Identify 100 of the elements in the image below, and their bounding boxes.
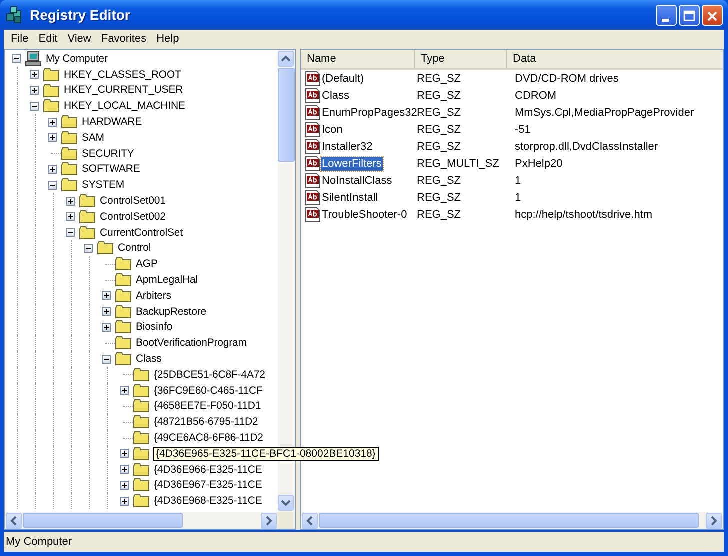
string-value-icon bbox=[305, 138, 321, 154]
tree-item[interactable]: {25DBCE51-6C8F-4A72 bbox=[153, 368, 266, 381]
tree-item[interactable]: HKEY_LOCAL_MACHINE bbox=[63, 100, 186, 112]
tree-item[interactable]: {4D36E967-E325-11CE bbox=[153, 479, 264, 492]
column-header[interactable]: Type bbox=[415, 50, 507, 68]
tree-item[interactable]: Control bbox=[117, 242, 152, 254]
expander-toggle[interactable] bbox=[30, 70, 38, 80]
menu-item[interactable]: Favorites bbox=[96, 33, 152, 45]
folder-icon bbox=[61, 161, 79, 178]
folder-icon bbox=[115, 304, 133, 320]
expander-toggle[interactable] bbox=[102, 322, 110, 332]
scroll-up-button[interactable] bbox=[278, 51, 294, 67]
tree-item[interactable]: BootVerificationProgram bbox=[135, 337, 248, 350]
value-type: REG_MULTI_SZ bbox=[416, 158, 500, 170]
expander-toggle[interactable] bbox=[30, 86, 38, 95]
scroll-left-button[interactable] bbox=[302, 512, 318, 528]
value-data: DVD/CD-ROM drives bbox=[514, 72, 620, 84]
caret-left-icon bbox=[306, 516, 314, 526]
horizontal-scrollbar[interactable] bbox=[301, 512, 723, 529]
tree-item[interactable]: AGP bbox=[135, 258, 159, 270]
expander-toggle[interactable] bbox=[120, 449, 128, 458]
tree-item[interactable]: My Computer bbox=[45, 52, 109, 65]
scroll-thumb[interactable] bbox=[278, 68, 295, 162]
folder-icon bbox=[61, 177, 79, 194]
close-button[interactable] bbox=[702, 4, 723, 26]
value-name[interactable]: EnumPropPages32 bbox=[321, 106, 418, 120]
value-name[interactable]: Class bbox=[321, 88, 351, 102]
tree-item[interactable]: SOFTWARE bbox=[81, 163, 142, 176]
menu-item[interactable]: View bbox=[62, 33, 96, 45]
tree-item[interactable]: BackupRestore bbox=[135, 306, 208, 318]
horizontal-scrollbar[interactable] bbox=[5, 512, 295, 529]
expander-toggle[interactable] bbox=[120, 465, 128, 474]
tree-item[interactable]: HKEY_CLASSES_ROOT bbox=[63, 68, 182, 81]
minimize-button[interactable] bbox=[656, 4, 677, 26]
value-data: 1 bbox=[514, 192, 522, 204]
folder-icon bbox=[43, 66, 61, 83]
tree-item[interactable]: SECURITY bbox=[81, 148, 136, 160]
expander-toggle[interactable] bbox=[66, 212, 74, 222]
value-name[interactable]: NoInstallClass bbox=[321, 174, 394, 188]
scrollbar-corner bbox=[277, 512, 294, 529]
expander-toggle[interactable] bbox=[30, 102, 38, 111]
expander-toggle[interactable] bbox=[102, 307, 110, 316]
maximize-button[interactable] bbox=[679, 4, 700, 26]
column-header[interactable]: Data bbox=[507, 50, 723, 68]
folder-icon bbox=[133, 446, 151, 462]
value-data: PxHelp20 bbox=[514, 158, 564, 170]
scroll-thumb[interactable] bbox=[319, 513, 699, 528]
expander-toggle[interactable] bbox=[84, 244, 92, 253]
value-name[interactable]: LowerFilters bbox=[321, 156, 383, 170]
menu-item[interactable]: File bbox=[6, 33, 34, 45]
expander-toggle[interactable] bbox=[120, 496, 128, 506]
scroll-left-button[interactable] bbox=[6, 512, 22, 528]
tree-item[interactable]: {49CE6AC8-6F86-11D2 bbox=[153, 432, 264, 444]
tree-item[interactable]: {48721B56-6795-11D2 bbox=[153, 416, 260, 428]
expander-toggle[interactable] bbox=[66, 196, 74, 206]
tree-item[interactable]: ControlSet002 bbox=[99, 210, 167, 223]
folder-icon bbox=[133, 382, 151, 399]
tree-item[interactable]: {4D36E966-E325-11CE bbox=[153, 464, 264, 476]
tree-item[interactable]: CurrentControlSet bbox=[99, 226, 184, 239]
tree-item[interactable]: {4658EE7E-F050-11D1 bbox=[153, 400, 262, 412]
tree-item[interactable]: ApmLegalHal bbox=[135, 274, 199, 286]
column-header[interactable]: Name bbox=[301, 50, 415, 68]
scroll-thumb[interactable] bbox=[23, 513, 183, 528]
folder-icon bbox=[79, 224, 97, 241]
expander-toggle[interactable] bbox=[66, 228, 74, 238]
tree-item[interactable]: HARDWARE bbox=[81, 116, 144, 128]
caret-up-icon bbox=[281, 55, 291, 63]
value-data: 1 bbox=[514, 174, 522, 186]
expander-toggle[interactable] bbox=[120, 386, 128, 396]
tree-item[interactable]: Arbiters bbox=[135, 290, 172, 302]
tree-item[interactable]: ControlSet001 bbox=[99, 195, 167, 208]
tree-item[interactable]: SAM bbox=[81, 132, 106, 144]
expander-toggle[interactable] bbox=[120, 480, 128, 490]
tree-item[interactable]: HKEY_CURRENT_USER bbox=[63, 84, 184, 96]
expander-toggle[interactable] bbox=[48, 164, 56, 174]
tree-item[interactable]: Class bbox=[135, 353, 163, 366]
expander-toggle[interactable] bbox=[48, 118, 56, 127]
scroll-right-button[interactable] bbox=[261, 512, 277, 528]
value-name[interactable]: (Default) bbox=[321, 72, 366, 86]
menu-item[interactable]: Edit bbox=[34, 33, 63, 45]
scroll-right-button[interactable] bbox=[706, 512, 722, 528]
scroll-down-button[interactable] bbox=[278, 495, 294, 511]
menu-item[interactable]: Help bbox=[152, 33, 184, 45]
expander-toggle[interactable] bbox=[12, 54, 20, 64]
folder-icon bbox=[43, 82, 61, 98]
value-name[interactable]: TroubleShooter-0 bbox=[321, 208, 408, 222]
tree-item[interactable]: {4D36E968-E325-11CE bbox=[153, 495, 264, 508]
expander-toggle[interactable] bbox=[48, 133, 56, 142]
value-name[interactable]: Installer32 bbox=[321, 140, 374, 154]
value-name[interactable]: SilentInstall bbox=[321, 190, 380, 204]
value-data: -51 bbox=[514, 124, 532, 136]
tree-item[interactable]: {36FC9E60-C465-11CF bbox=[153, 384, 264, 397]
cubes-icon bbox=[6, 6, 24, 24]
expander-toggle[interactable] bbox=[48, 180, 56, 190]
value-name[interactable]: Icon bbox=[321, 122, 344, 136]
tree-item[interactable]: Biosinfo bbox=[135, 321, 174, 334]
tree-item[interactable]: SYSTEM bbox=[81, 179, 126, 192]
expander-toggle[interactable] bbox=[102, 291, 110, 300]
tooltip: {4D36E965-E325-11CE-BFC1-08002BE10318} bbox=[153, 447, 379, 461]
expander-toggle[interactable] bbox=[102, 354, 110, 364]
